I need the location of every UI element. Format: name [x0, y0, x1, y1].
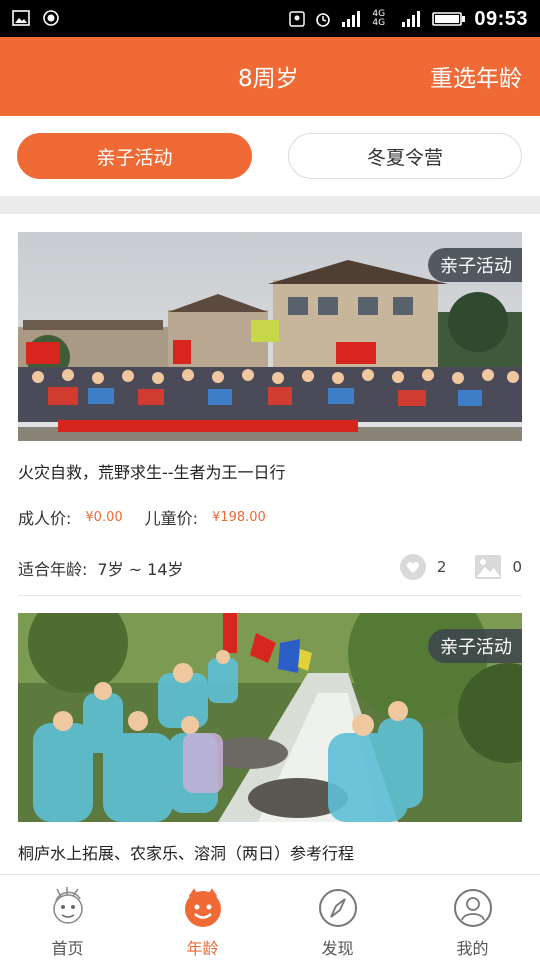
location-icon [289, 11, 306, 27]
activity-title: 桐庐水上拓展、农家乐、溶洞（两日）参考行程 [18, 844, 355, 863]
compass-icon [319, 889, 357, 927]
tabbar-label: 发现 [321, 939, 354, 958]
status-bar: 4G 4G 09:53 [0, 0, 540, 37]
activity-photo[interactable]: 亲子活动 [18, 232, 522, 441]
smiley-icon [185, 888, 221, 927]
section-divider [0, 196, 540, 214]
status-time: 09:53 [474, 7, 528, 30]
heart-icon[interactable] [399, 553, 427, 581]
activity-card[interactable]: 亲子活动 火灾自救，荒野求生--生者为王一日行 成人价: ¥0.00 儿童价: … [18, 232, 522, 581]
activity-title: 火灾自救，荒野求生--生者为王一日行 [18, 463, 286, 482]
reselect-age-button[interactable]: 重选年龄 [430, 59, 522, 93]
signal-icon [342, 11, 361, 27]
activity-photo[interactable]: 亲子活动 [18, 613, 522, 822]
likes-count: 2 [436, 558, 447, 576]
age-row: 适合年龄: 7岁 ~ 14岁 2 0 [18, 553, 522, 581]
tabbar-discover[interactable]: 发现 [270, 875, 405, 961]
app-header: 8周岁 重选年龄 [0, 37, 540, 116]
alarm-icon [316, 13, 331, 27]
tabbar-mine[interactable]: 我的 [405, 875, 540, 961]
tabbar-label: 年龄 [186, 939, 219, 958]
tabbar-label: 我的 [456, 939, 489, 958]
tabbar-home[interactable]: 首页 [0, 875, 135, 961]
card-divider [18, 595, 522, 596]
mascot-icon [53, 887, 83, 924]
category-tabs: 亲子活动 冬夏令营 [0, 116, 540, 196]
photos-count: 0 [512, 558, 522, 576]
image-notification-icon [12, 10, 30, 26]
user-icon [454, 889, 492, 927]
signal-icon-2 [402, 11, 421, 27]
record-notification-icon [43, 10, 59, 26]
card-stats: 2 0 [399, 553, 522, 581]
category-badge: 亲子活动 [428, 248, 522, 282]
child-price: ¥198.00 [212, 509, 266, 525]
battery-icon [432, 12, 466, 26]
child-price-label: 儿童价: [144, 509, 199, 528]
tab-camp[interactable]: 冬夏令营 [288, 133, 522, 179]
adult-price: ¥0.00 [85, 509, 123, 525]
price-row: 成人价: ¥0.00 儿童价: ¥198.00 [18, 505, 522, 529]
status-notifications [12, 9, 60, 27]
category-badge: 亲子活动 [428, 629, 522, 663]
tab-parent-child[interactable]: 亲子活动 [17, 133, 252, 179]
age-label: 适合年龄: [18, 560, 88, 579]
network-type: 4G 4G [372, 9, 386, 28]
tabbar-age[interactable]: 年龄 [135, 875, 270, 961]
adult-price-label: 成人价: [18, 509, 72, 528]
age-range: 7岁 ~ 14岁 [97, 560, 184, 579]
tabbar-label: 首页 [51, 939, 84, 958]
bottom-tab-bar: 首页 年龄 发现 我的 [0, 874, 540, 960]
photo-icon[interactable] [474, 553, 502, 581]
status-system: 4G 4G 09:53 [288, 6, 528, 32]
activity-card[interactable]: 亲子活动 桐庐水上拓展、农家乐、溶洞（两日）参考行程 [18, 613, 522, 864]
page-title: 8周岁 [238, 66, 299, 92]
